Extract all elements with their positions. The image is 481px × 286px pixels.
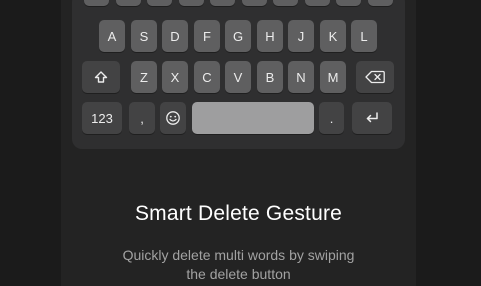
onboarding-screen: A S D F G H J K L Z X C V B N M 123 , . …: [0, 0, 481, 286]
key-b[interactable]: B: [257, 61, 283, 93]
key-top-row[interactable]: [147, 0, 172, 6]
key-d[interactable]: D: [162, 20, 188, 52]
key-label: B: [265, 69, 275, 85]
return-key[interactable]: [352, 102, 392, 134]
key-top-row[interactable]: [179, 0, 204, 6]
keyboard-preview: A S D F G H J K L Z X C V B N M 123 , .: [72, 0, 405, 149]
key-top-row[interactable]: [273, 0, 298, 6]
key-x[interactable]: X: [162, 61, 188, 93]
key-top-row[interactable]: [368, 0, 393, 6]
key-label: F: [203, 28, 211, 44]
numbers-key[interactable]: 123: [82, 102, 122, 134]
key-label: A: [107, 28, 117, 44]
comma-key-label: ,: [140, 110, 144, 126]
emoji-key[interactable]: [160, 102, 186, 134]
key-label: H: [265, 28, 275, 44]
key-label: Z: [140, 69, 148, 85]
key-z[interactable]: Z: [131, 61, 157, 93]
feature-title: Smart Delete Gesture: [134, 202, 343, 225]
backspace-key[interactable]: [356, 61, 394, 93]
key-label: X: [170, 69, 180, 85]
feature-description-line: Quickly delete multi words by swiping: [122, 247, 355, 263]
key-f[interactable]: F: [194, 20, 220, 52]
key-top-row[interactable]: [116, 0, 141, 6]
key-top-row[interactable]: [210, 0, 235, 6]
key-top-row[interactable]: [242, 0, 267, 6]
key-c[interactable]: C: [194, 61, 220, 93]
period-key-label: .: [329, 110, 334, 126]
key-v[interactable]: V: [225, 61, 251, 93]
key-label: N: [296, 69, 306, 85]
space-bar[interactable]: [192, 102, 314, 134]
key-k[interactable]: K: [320, 20, 346, 52]
key-s[interactable]: S: [131, 20, 157, 52]
key-n[interactable]: N: [288, 61, 314, 93]
feature-description: Quickly delete multi words by swiping th…: [61, 246, 416, 284]
key-g[interactable]: G: [225, 20, 251, 52]
key-l[interactable]: L: [351, 20, 377, 52]
shift-icon: [94, 70, 108, 84]
key-label: G: [232, 28, 244, 44]
key-label: C: [202, 69, 212, 85]
shift-key[interactable]: [82, 61, 120, 93]
return-icon: [364, 111, 380, 125]
key-label: D: [170, 28, 180, 44]
emoji-icon: [165, 110, 181, 126]
key-label: V: [233, 69, 243, 85]
key-top-row[interactable]: [84, 0, 109, 6]
key-m[interactable]: M: [320, 61, 346, 93]
key-label: M: [327, 69, 339, 85]
key-h[interactable]: H: [257, 20, 283, 52]
key-j[interactable]: J: [288, 20, 314, 52]
feature-description-line: the delete button: [186, 266, 291, 282]
key-label: L: [360, 28, 368, 44]
key-a[interactable]: A: [99, 20, 125, 52]
backspace-icon: [365, 70, 385, 84]
comma-key[interactable]: ,: [129, 102, 155, 134]
key-top-row[interactable]: [305, 0, 330, 6]
numbers-key-label: 123: [91, 110, 113, 126]
key-top-row[interactable]: [336, 0, 361, 6]
key-label: S: [139, 28, 149, 44]
period-key[interactable]: .: [319, 102, 344, 134]
key-label: J: [297, 28, 305, 44]
key-label: K: [328, 28, 338, 44]
